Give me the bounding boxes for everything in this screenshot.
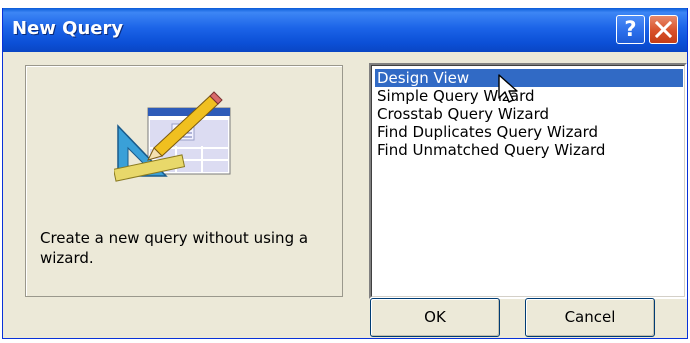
query-design-icon [114,91,231,182]
list-item-crosstab-query-wizard[interactable]: Crosstab Query Wizard [375,105,549,123]
close-icon [654,20,673,39]
list-item-find-duplicates-query-wizard[interactable]: Find Duplicates Query Wizard [375,123,598,141]
new-query-dialog: New Query ? Create a new query without u… [2,8,688,339]
list-item-design-view[interactable]: Design View [375,69,683,87]
help-button[interactable]: ? [616,15,645,44]
query-description: Create a new query without using a wizar… [40,229,309,267]
list-item-find-unmatched-query-wizard[interactable]: Find Unmatched Query Wizard [375,141,605,159]
query-type-list[interactable]: Design View Simple Query Wizard Crosstab… [369,63,687,299]
title-bar[interactable]: New Query ? [3,8,687,52]
mouse-pointer-icon [498,74,518,103]
cancel-button[interactable]: Cancel [525,298,655,337]
close-button[interactable] [649,15,678,44]
description-panel: Create a new query without using a wizar… [25,65,343,297]
help-icon: ? [624,17,637,41]
dialog-title: New Query [12,18,124,39]
ok-button[interactable]: OK [370,298,500,337]
